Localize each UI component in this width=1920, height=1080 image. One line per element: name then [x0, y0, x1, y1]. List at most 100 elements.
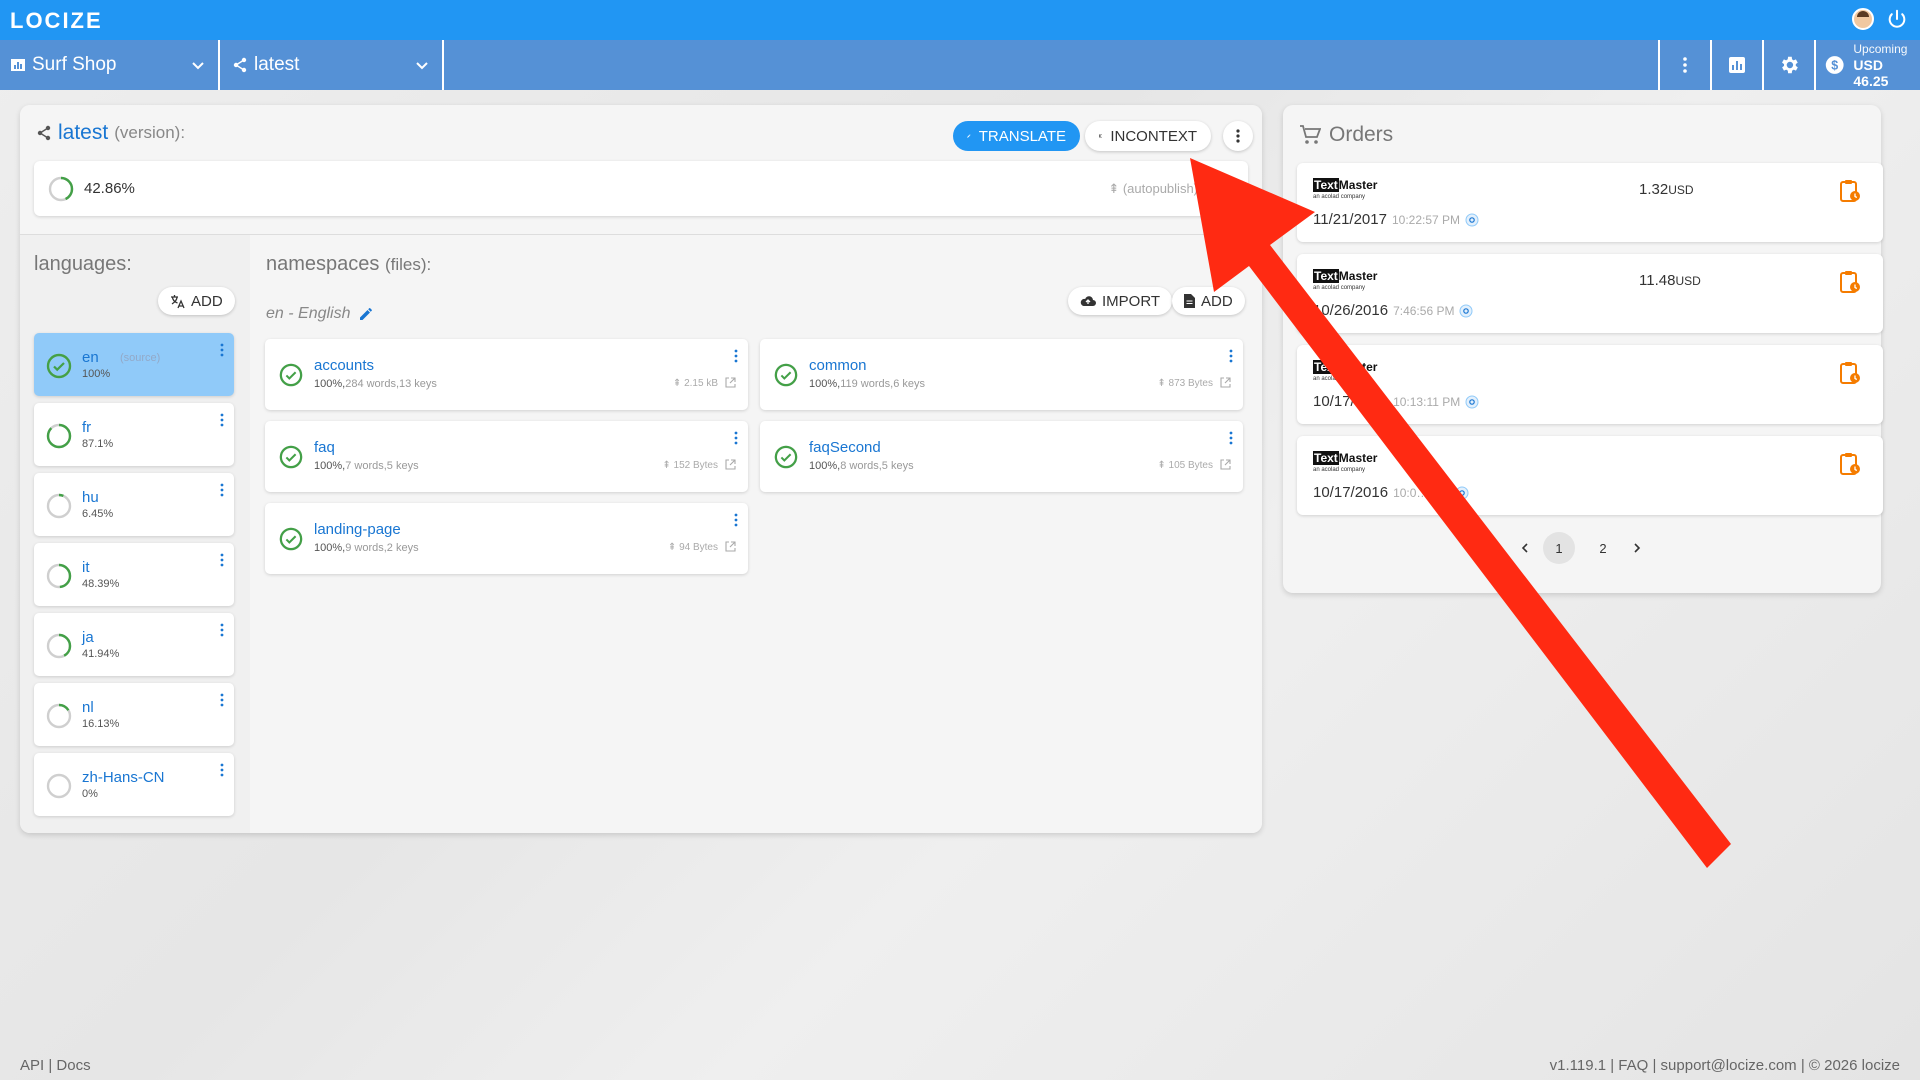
namespace-size: ⇞ 2.15 kB [672, 378, 718, 389]
kebab-icon[interactable] [734, 431, 738, 445]
settings-button[interactable] [1762, 40, 1814, 90]
incontext-button[interactable]: INCONTEXT [1085, 121, 1211, 151]
language-percent: 0% [82, 788, 98, 800]
namespace-item-landing-page[interactable]: landing-page 100%,9 words,2 keys ⇞ 94 Byte… [265, 503, 748, 574]
page-button[interactable]: 2 [1587, 532, 1619, 564]
order-item[interactable]: TextMaster an acolad company 11.48USD 10/26… [1297, 254, 1883, 333]
namespace-name[interactable]: landing-page [314, 521, 401, 538]
cloud-upload-icon [1080, 296, 1096, 306]
order-item[interactable]: TextMaster an acolad company 10/17/2016 10:… [1297, 436, 1883, 515]
kebab-icon[interactable] [220, 693, 224, 707]
kebab-icon[interactable] [220, 343, 224, 357]
clipboard-icon[interactable] [1839, 270, 1861, 294]
kebab-icon[interactable] [220, 553, 224, 567]
kebab-icon[interactable] [1229, 349, 1233, 363]
import-button[interactable]: IMPORT [1068, 287, 1173, 315]
namespace-item-accounts[interactable]: accounts 100%,284 words,13 keys ⇞ 2.15 kB [265, 339, 748, 410]
order-time: 7:46:56 PM [1393, 303, 1455, 318]
languages-title: languages: [34, 253, 132, 275]
chevron-down-icon [416, 62, 428, 70]
namespace-item-faqSecond[interactable]: faqSecond 100%,8 words,5 keys ⇞ 105 Bytes [760, 421, 1243, 492]
chevron-left-icon[interactable] [1519, 542, 1531, 554]
stats-button[interactable] [1710, 40, 1762, 90]
language-item-zh-Hans-CN[interactable]: zh-Hans-CN 0% [34, 753, 234, 816]
orders-title: Orders [1299, 123, 1393, 147]
kebab-icon[interactable] [734, 349, 738, 363]
add-namespace-button[interactable]: ADD [1172, 287, 1245, 315]
namespace-name[interactable]: accounts [314, 357, 374, 374]
clipboard-icon[interactable] [1839, 452, 1861, 476]
clipboard-icon[interactable] [1839, 179, 1861, 203]
info-icon[interactable] [1459, 304, 1473, 318]
more-menu-button[interactable] [1658, 40, 1710, 90]
language-item-fr[interactable]: fr 87.1% [34, 403, 234, 466]
external-link-icon[interactable] [1220, 377, 1231, 388]
info-icon[interactable] [1465, 395, 1479, 409]
pencil-icon [967, 134, 971, 138]
footer-info[interactable]: v1.119.1 | FAQ | support@locize.com | © … [1550, 1057, 1900, 1074]
namespace-detail: 8 words,5 keys [840, 460, 914, 472]
language-item-ja[interactable]: ja 41.94% [34, 613, 234, 676]
version-name[interactable]: latest [58, 121, 108, 145]
clipboard-icon[interactable] [1839, 361, 1861, 385]
project-dropdown[interactable]: Surf Shop [0, 40, 220, 90]
kebab-icon[interactable] [1229, 431, 1233, 445]
order-date-value: 11/21/2017 [1313, 211, 1387, 228]
upcoming-amount: USD 46.25 [1853, 57, 1889, 89]
language-item-nl[interactable]: nl 16.13% [34, 683, 234, 746]
namespace-item-faq[interactable]: faq 100%,7 words,5 keys ⇞ 152 Bytes [265, 421, 748, 492]
language-item-en[interactable]: en (source) 100% [34, 333, 234, 396]
add-language-button[interactable]: ADD [158, 287, 235, 315]
namespace-size: ⇞ 94 Bytes [667, 542, 718, 553]
orders-card: Orders TextMaster an acolad company 1.32US… [1283, 105, 1883, 593]
kebab-icon[interactable] [220, 623, 224, 637]
version-menu-button[interactable] [1223, 121, 1253, 151]
translate-button[interactable]: TRANSLATE [953, 121, 1080, 151]
language-code: it [82, 559, 90, 576]
namespace-name[interactable]: faqSecond [809, 439, 881, 456]
version-suffix: (version): [114, 123, 186, 142]
source-note: (source) [120, 352, 161, 364]
edit-icon[interactable] [359, 307, 373, 321]
namespace-name[interactable]: common [809, 357, 867, 374]
progress-ring [279, 363, 303, 387]
footer-links[interactable]: API | Docs [20, 1057, 91, 1074]
external-link-icon[interactable] [725, 541, 736, 552]
language-code: en [82, 349, 99, 366]
add-namespace-label: ADD [1201, 292, 1233, 310]
progress-ring [46, 353, 72, 379]
kebab-icon[interactable] [220, 483, 224, 497]
chevron-right-icon[interactable] [1631, 542, 1643, 554]
order-item[interactable]: TextMaster an acolad company 10/17/2016 10:… [1297, 345, 1883, 424]
order-item[interactable]: TextMaster an acolad company 1.32USD 11/21/… [1297, 163, 1883, 242]
kebab-icon[interactable] [220, 763, 224, 777]
external-link-icon[interactable] [725, 459, 736, 470]
language-code: zh-Hans-CN [82, 769, 165, 786]
kebab-icon[interactable] [220, 413, 224, 427]
namespace-item-common[interactable]: common 100%,119 words,6 keys ⇞ 873 Bytes [760, 339, 1243, 410]
info-icon[interactable] [1455, 486, 1469, 500]
external-link-icon[interactable] [1220, 459, 1231, 470]
dollar-icon: $ [1825, 56, 1844, 74]
namespace-detail: 9 words,2 keys [345, 542, 419, 554]
language-item-hu[interactable]: hu 6.45% [34, 473, 234, 536]
namespace-name[interactable]: faq [314, 439, 335, 456]
external-link-icon[interactable] [725, 377, 736, 388]
upcoming-billing[interactable]: $ Upcoming USD 46.25 [1814, 40, 1920, 90]
version-card: latest (version): TRANSLATE INCONTEXT 42… [20, 105, 1262, 833]
namespace-detail: 284 words,13 keys [345, 378, 437, 390]
order-time: 10:0… PM [1393, 485, 1450, 500]
info-icon[interactable] [1465, 213, 1479, 227]
version-dropdown[interactable]: latest [222, 40, 444, 90]
locize-logo[interactable]: LOCIZE [10, 8, 103, 34]
namespaces-title: namespaces (files): [266, 253, 431, 276]
languages-column: languages: ADD en (source) 100% fr 87.1% hu 6.… [20, 235, 250, 833]
power-icon[interactable] [1886, 8, 1908, 30]
namespace-meta: 100%,284 words,13 keys [314, 378, 437, 390]
language-item-it[interactable]: it 48.39% [34, 543, 234, 606]
orders-pagination: 1 2 [1519, 532, 1643, 564]
progress-ring [46, 423, 72, 449]
page-button[interactable]: 1 [1543, 532, 1575, 564]
kebab-icon[interactable] [734, 513, 738, 527]
user-avatar[interactable] [1852, 8, 1874, 30]
